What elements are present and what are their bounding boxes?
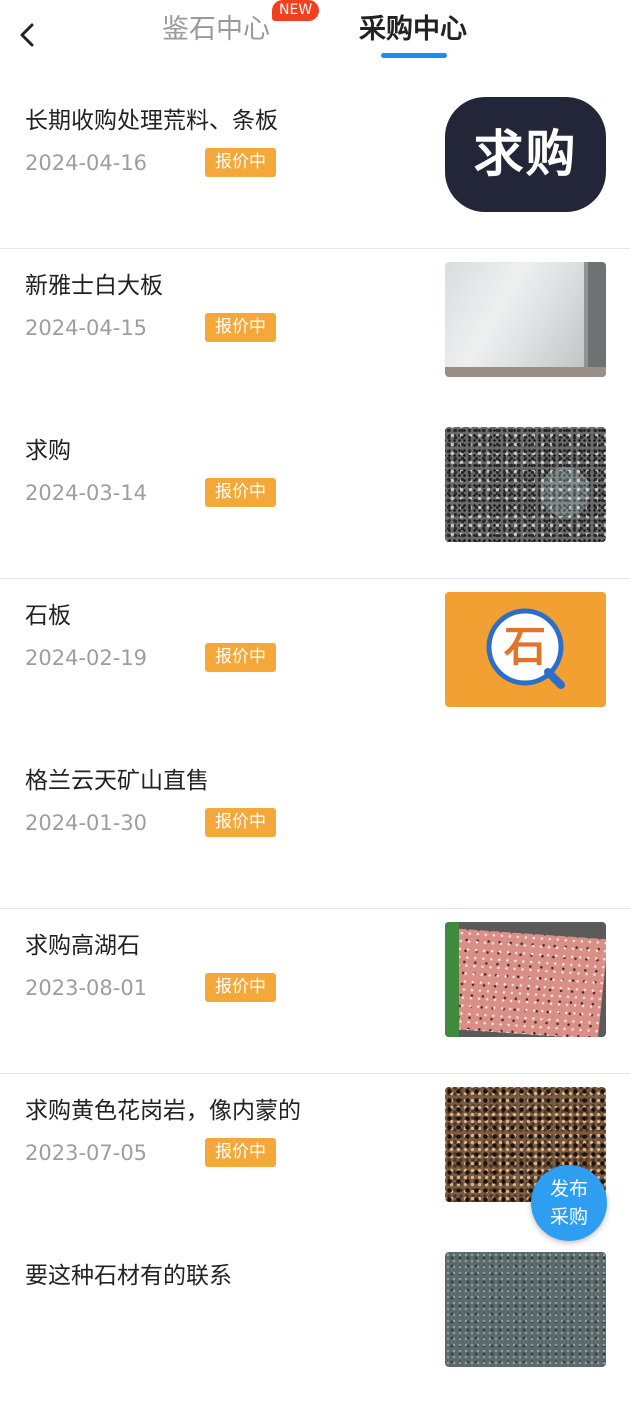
item-title: 求购 <box>25 438 71 464</box>
item-thumbnail <box>445 1252 606 1367</box>
status-badge: 报价中 <box>205 478 276 507</box>
item-date: 2023-07-05 <box>25 1141 148 1165</box>
status-badge: 报价中 <box>205 313 276 342</box>
status-badge: 报价中 <box>205 643 276 672</box>
item-title: 求购高湖石 <box>25 933 140 959</box>
status-badge: 报价中 <box>205 1138 276 1167</box>
status-badge: 报价中 <box>205 148 276 177</box>
list-item[interactable]: 要这种石材有的联系 <box>0 1239 630 1404</box>
publish-purchase-button[interactable]: 发布 采购 <box>531 1165 607 1241</box>
tab-purchase-center[interactable]: 采购中心 <box>359 10 467 50</box>
list-item[interactable]: 新雅士白大板 2024-04-15 报价中 <box>0 249 630 414</box>
top-tab-bar: 鉴石中心 NEW 采购中心 <box>0 0 630 84</box>
list-item[interactable]: 求购 2024-03-14 报价中 <box>0 414 630 579</box>
back-button[interactable] <box>14 18 44 52</box>
item-title: 要这种石材有的联系 <box>25 1263 232 1289</box>
active-tab-indicator <box>381 53 447 58</box>
item-title: 格兰云天矿山直售 <box>25 768 209 794</box>
item-title: 长期收购处理荒料、条板 <box>25 108 278 134</box>
list-item[interactable]: 求购高湖石 2023-08-01 报价中 <box>0 909 630 1074</box>
chevron-left-icon <box>20 23 34 47</box>
item-thumbnail: 石 <box>445 592 606 707</box>
status-badge: 报价中 <box>205 808 276 837</box>
item-date: 2024-04-16 <box>25 151 148 175</box>
item-title: 求购黄色花岗岩，像内蒙的 <box>25 1098 301 1124</box>
item-thumbnail <box>445 427 606 542</box>
list-item[interactable]: 长期收购处理荒料、条板 2024-04-16 报价中 求购 <box>0 84 630 249</box>
item-date: 2024-04-15 <box>25 316 148 340</box>
item-date: 2024-03-14 <box>25 481 148 505</box>
thumb-label: 石 <box>503 622 546 671</box>
status-badge: 报价中 <box>205 973 276 1002</box>
tab-appraisal-center[interactable]: 鉴石中心 <box>162 10 270 50</box>
new-badge: NEW <box>272 0 320 21</box>
list-item[interactable]: 格兰云天矿山直售 2024-01-30 报价中 <box>0 744 630 909</box>
thumb-label: 求购 <box>473 125 578 183</box>
list-item[interactable]: 石板 2024-02-19 报价中 石 <box>0 579 630 744</box>
item-date: 2024-01-30 <box>25 811 148 835</box>
item-thumbnail <box>445 922 606 1037</box>
item-date: 2024-02-19 <box>25 646 148 670</box>
item-title: 新雅士白大板 <box>25 273 163 299</box>
fab-label-line2: 采购 <box>549 1206 588 1228</box>
item-title: 石板 <box>25 603 71 629</box>
fab-label-line1: 发布 <box>549 1178 588 1200</box>
item-thumbnail <box>445 262 606 377</box>
item-thumbnail: 求购 <box>445 97 606 212</box>
item-date: 2023-08-01 <box>25 976 148 1000</box>
